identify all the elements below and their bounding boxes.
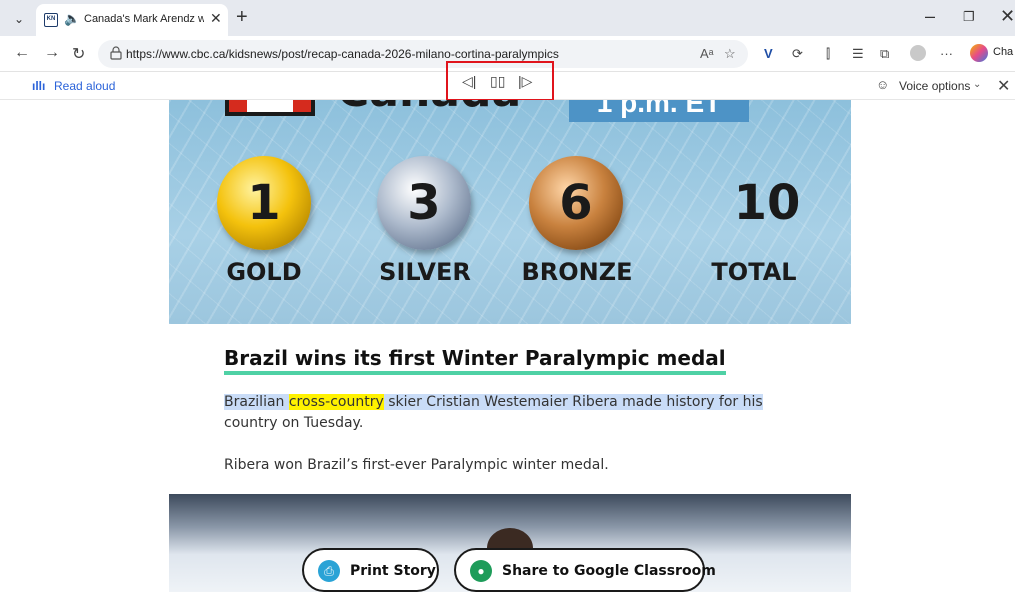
time-badge: 1 p.m. ET: [569, 100, 749, 122]
extensions-icon[interactable]: ⟳: [792, 46, 803, 62]
minimize-icon[interactable]: –: [925, 6, 935, 27]
favorite-star-icon[interactable]: ☆: [724, 46, 736, 62]
share-classroom-label: Share to Google Classroom: [502, 563, 716, 579]
site-favicon-icon: KN: [44, 13, 58, 27]
read-aloud-highlight: Brazilian: [224, 394, 289, 410]
bronze-label: BRONZE: [521, 258, 633, 286]
page-content: Canada 1 p.m. ET 1 3 6 10 GOLD SILVER BR…: [0, 100, 1015, 592]
more-options-icon[interactable]: ···: [940, 46, 953, 61]
forward-icon[interactable]: →: [44, 44, 60, 62]
voice-options-button[interactable]: Voice options: [899, 79, 970, 93]
window-close-icon[interactable]: ✕: [1000, 6, 1015, 27]
read-aloud-label: Read aloud: [54, 79, 116, 93]
tab-actions-chevron-icon[interactable]: ⌄: [10, 10, 28, 28]
article-paragraph-1-line-2: country on Tuesday.: [224, 415, 364, 431]
share-classroom-button[interactable]: ● Share to Google Classroom: [454, 548, 716, 592]
split-screen-icon[interactable]: ⫿: [826, 46, 830, 62]
next-icon[interactable]: |▷: [518, 73, 532, 90]
audio-playing-icon[interactable]: 🔈: [64, 11, 80, 27]
tab-title: Canada's Mark Arendz wins hi: [84, 13, 204, 25]
print-story-label: Print Story: [350, 563, 436, 579]
refresh-icon[interactable]: ↻: [72, 44, 85, 64]
article-paragraph-1: Brazilian cross-country skier Cristian W…: [224, 394, 763, 410]
read-aloud-icon: ıllı: [32, 79, 46, 93]
country-name: Canada: [337, 100, 521, 117]
printer-icon: ⎙: [318, 560, 340, 582]
url-text: https://www.cbc.ca/kidsnews/post/recap-c…: [126, 47, 559, 61]
bronze-medal-icon: 6: [529, 156, 623, 250]
url-field[interactable]: https://www.cbc.ca/kidsnews/post/recap-c…: [98, 40, 748, 68]
print-story-button[interactable]: ⎙ Print Story: [302, 548, 439, 592]
silver-label: SILVER: [379, 258, 471, 286]
article-paragraph-2: Ribera won Brazil’s first-ever Paralympi…: [224, 457, 609, 473]
playback-controls-highlight: ◁| ▯▯ |▷: [446, 61, 554, 101]
gold-label: GOLD: [226, 258, 302, 286]
current-word-highlight: cross-country: [288, 394, 384, 410]
pause-icon[interactable]: ▯▯: [490, 73, 505, 90]
read-aloud-page-icon[interactable]: Aᵃ: [700, 46, 714, 61]
new-tab-icon[interactable]: +: [236, 6, 248, 29]
previous-icon[interactable]: ◁|: [462, 73, 476, 90]
gold-medal-icon: 1: [217, 156, 311, 250]
collections-icon[interactable]: ⧉: [880, 46, 889, 62]
google-classroom-icon: ●: [470, 560, 492, 582]
medal-count-graphic: Canada 1 p.m. ET 1 3 6 10 GOLD SILVER BR…: [169, 100, 851, 324]
silver-medal-icon: 3: [377, 156, 471, 250]
total-count: 10: [733, 175, 801, 231]
copilot-icon[interactable]: [970, 44, 988, 65]
restore-icon[interactable]: ❐: [963, 9, 975, 25]
profile-avatar[interactable]: [910, 45, 926, 64]
extension-v-icon[interactable]: V: [764, 46, 773, 61]
tab-active[interactable]: KN 🔈 Canada's Mark Arendz wins hi ✕: [36, 4, 228, 36]
read-aloud-close-icon[interactable]: ✕: [997, 76, 1010, 96]
chevron-down-icon[interactable]: ⌄: [973, 79, 981, 90]
copilot-label[interactable]: Cha: [993, 46, 1013, 58]
lock-icon[interactable]: [110, 46, 122, 60]
back-icon[interactable]: ←: [14, 44, 30, 62]
favorites-icon[interactable]: ☰: [852, 46, 864, 62]
canada-flag-icon: [225, 100, 315, 116]
voice-options-icon[interactable]: ☺: [876, 77, 889, 92]
total-label: TOTAL: [711, 258, 797, 286]
read-aloud-highlight: skier Cristian Westemaier Ribera made hi…: [383, 394, 763, 410]
tab-close-icon[interactable]: ✕: [210, 10, 222, 27]
tab-bar: ⌄ KN 🔈 Canada's Mark Arendz wins hi ✕ + …: [0, 0, 1015, 36]
article-headline: Brazil wins its first Winter Paralympic …: [224, 346, 726, 375]
